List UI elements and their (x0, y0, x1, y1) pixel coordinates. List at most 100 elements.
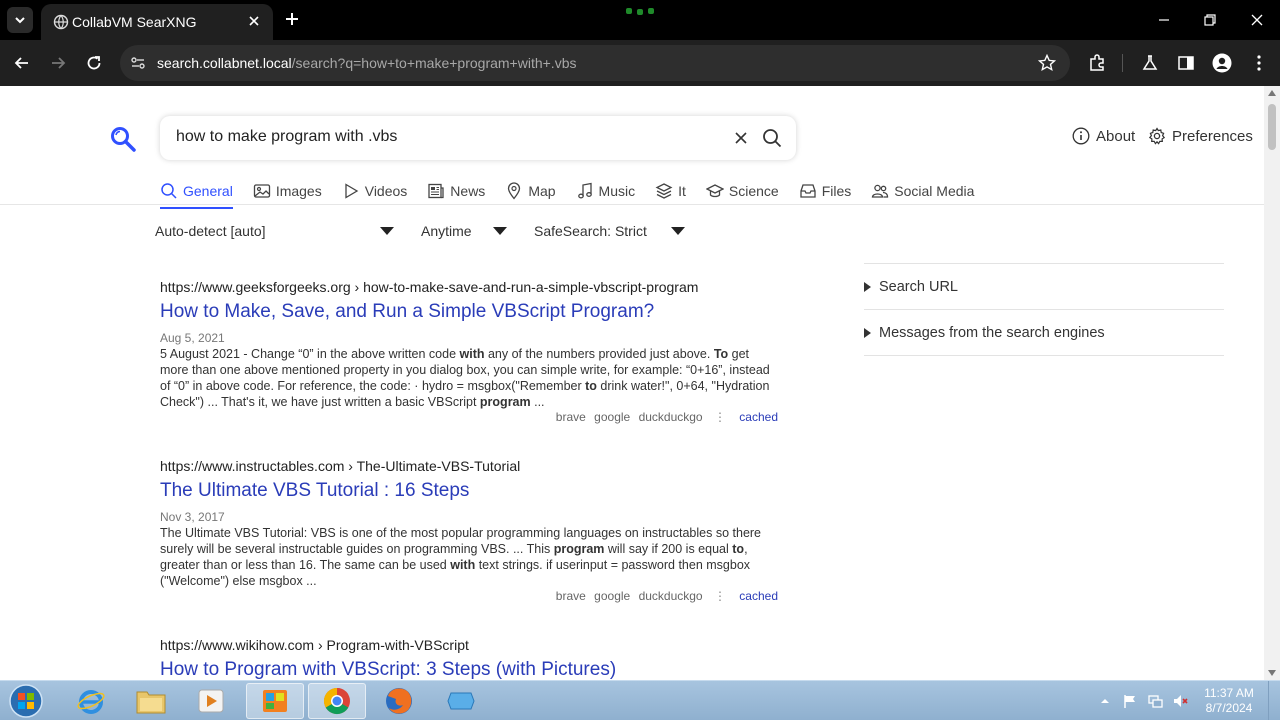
chevron-down-icon[interactable] (380, 227, 394, 235)
restore-button[interactable] (1198, 8, 1222, 32)
result-engines: brave google duckduckgo ⋮ cached (160, 589, 778, 603)
search-icon[interactable] (762, 128, 782, 148)
back-button[interactable] (10, 51, 34, 75)
toolbar-divider (1122, 54, 1123, 72)
taskbar-paint[interactable] (246, 683, 304, 719)
result-path: › The-Ultimate-VBS-Tutorial (348, 458, 521, 474)
tab-label: News (450, 183, 486, 199)
taskbar-file-explorer[interactable] (122, 683, 180, 719)
result-item: https://www.wikihow.com › Program-with-V… (160, 637, 780, 680)
tab-social-media[interactable]: Social Media (871, 178, 974, 204)
chevron-down-icon[interactable] (671, 227, 685, 235)
language-select[interactable]: Auto-detect [auto] (155, 223, 266, 239)
result-title-link[interactable]: How to Program with VBScript: 3 Steps (w… (160, 659, 780, 680)
clear-search-icon[interactable] (732, 129, 750, 147)
page-scrollbar[interactable] (1264, 86, 1280, 680)
result-host: https://www.instructables.com (160, 458, 345, 474)
people-icon (872, 184, 889, 198)
searxng-logo-icon[interactable] (110, 126, 136, 152)
search-input[interactable] (176, 128, 716, 146)
minimize-button[interactable] (1152, 8, 1176, 32)
minimize-icon (1159, 19, 1169, 21)
cached-link[interactable]: cached (739, 410, 778, 424)
address-bar[interactable]: search.collabnet.local/search?q=how+to+m… (120, 45, 1070, 81)
media-player-icon (198, 689, 224, 713)
system-clock[interactable]: 11:37 AM 8/7/2024 (1196, 686, 1262, 716)
extensions-button[interactable] (1086, 52, 1108, 74)
result-path: › Program-with-VBScript (317, 637, 469, 653)
taskbar-media-player[interactable] (182, 683, 240, 719)
show-desktop-button[interactable] (1268, 681, 1280, 720)
about-link[interactable]: About (1072, 127, 1135, 145)
result-url[interactable]: https://www.geeksforgeeks.org › how-to-m… (160, 279, 780, 295)
close-icon (1251, 14, 1263, 26)
flask-icon (1142, 55, 1158, 70)
scroll-up-arrow-icon[interactable] (1268, 90, 1276, 96)
site-settings-icon[interactable] (130, 55, 146, 71)
reload-button[interactable] (82, 51, 106, 75)
windows-taskbar: 11:37 AM 8/7/2024 (0, 680, 1280, 720)
result-url[interactable]: https://www.wikihow.com › Program-with-V… (160, 637, 780, 653)
network-globe-icon (447, 692, 475, 710)
tab-map[interactable]: Map (505, 178, 556, 204)
tab-label: Science (728, 183, 779, 199)
tab-general[interactable]: General (160, 178, 233, 209)
browser-tab[interactable]: CollabVM SearXNG (41, 4, 273, 40)
time-range-select[interactable]: Anytime (421, 223, 472, 239)
preferences-link[interactable]: Preferences (1148, 127, 1253, 145)
tab-close-button[interactable] (245, 12, 263, 30)
result-title-link[interactable]: How to Make, Save, and Run a Simple VBSc… (160, 301, 780, 323)
star-icon[interactable] (1038, 54, 1056, 72)
volume-muted-icon[interactable] (1172, 693, 1188, 709)
scroll-thumb[interactable] (1268, 104, 1276, 150)
arrow-right-icon (52, 57, 66, 69)
result-title-link[interactable]: The Ultimate VBS Tutorial : 16 Steps (160, 480, 780, 502)
result-path: › how-to-make-save-and-run-a-simple-vbsc… (354, 279, 699, 295)
engine-label: brave (555, 410, 586, 424)
scroll-down-arrow-icon[interactable] (1268, 670, 1276, 676)
windows-start-icon[interactable] (6, 683, 46, 719)
cached-link[interactable]: cached (739, 589, 778, 603)
tab-search-button[interactable] (7, 7, 33, 33)
tab-label: General (183, 183, 233, 199)
reload-icon (87, 56, 101, 70)
forward-button[interactable] (46, 51, 70, 75)
show-hidden-icons-icon[interactable] (1100, 693, 1110, 709)
result-url[interactable]: https://www.instructables.com › The-Ulti… (160, 458, 780, 474)
url-text[interactable]: search.collabnet.local/search?q=how+to+m… (157, 55, 576, 71)
paint-icon (263, 690, 287, 712)
tab-videos[interactable]: Videos (342, 178, 407, 204)
taskbar-firefox[interactable] (370, 683, 428, 719)
browser-menu-button[interactable] (1248, 52, 1270, 74)
more-vert-icon (1257, 55, 1261, 71)
profile-button[interactable] (1211, 52, 1233, 74)
engine-messages-label: Messages from the search engines (879, 324, 1105, 341)
taskbar-internet-explorer[interactable] (62, 683, 120, 719)
about-label: About (1096, 127, 1136, 145)
tab-science[interactable]: Science (705, 178, 779, 204)
tab-news[interactable]: News (427, 178, 485, 204)
tab-it[interactable]: It (655, 178, 686, 204)
chrome-icon (323, 687, 350, 715)
result-date: Nov 3, 2017 (160, 510, 225, 524)
result-snippet: The Ultimate VBS Tutorial: VBS is one of… (160, 526, 762, 588)
new-tab-button[interactable] (282, 9, 302, 29)
network-icon[interactable] (1147, 693, 1163, 709)
taskbar-chrome[interactable] (308, 683, 366, 719)
labs-button[interactable] (1139, 52, 1161, 74)
chevron-down-icon[interactable] (493, 227, 507, 235)
taskbar-network-app[interactable] (432, 683, 490, 719)
search-url-toggle[interactable]: Search URL (864, 263, 1224, 309)
sidebar-divider (864, 355, 1224, 356)
tab-music[interactable]: Music (576, 178, 635, 204)
tab-label: Images (275, 183, 322, 199)
close-window-button[interactable] (1245, 8, 1269, 32)
safesearch-select[interactable]: SafeSearch: Strict (534, 223, 647, 239)
tab-files[interactable]: Files (799, 178, 851, 204)
engine-messages-toggle[interactable]: Messages from the search engines (864, 309, 1224, 355)
tab-images[interactable]: Images (253, 178, 322, 204)
action-center-flag-icon[interactable] (1122, 693, 1138, 709)
more-vert-icon: ⋮ (713, 589, 726, 603)
tab-label: Map (528, 183, 556, 199)
side-panel-button[interactable] (1175, 52, 1197, 74)
